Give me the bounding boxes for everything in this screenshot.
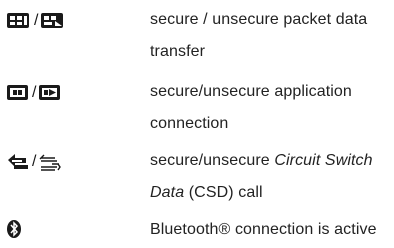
application-connection-icons: / (6, 82, 62, 104)
unsecure-csd-call-icon (38, 152, 62, 172)
csd-call-icons: / (6, 151, 62, 173)
bluetooth-icons (6, 218, 24, 240)
secure-csd-call-icon (6, 152, 30, 172)
description-line: Data (CSD) call (150, 177, 390, 209)
application-connection-description: secure/unsecure application connection (150, 76, 390, 140)
secure-application-connection-icon (6, 83, 30, 103)
bluetooth-description: Bluetooth® connection is active (150, 214, 390, 246)
bluetooth-icon (6, 219, 24, 239)
packet-data-icons: / (6, 10, 66, 32)
packet-data-description: secure / unsecure packet data transfer (150, 4, 390, 68)
description-line: secure/unsecure Circuit Switch (150, 145, 390, 177)
description-line: secure/unsecure application (150, 83, 352, 100)
csd-call-description: secure/unsecure Circuit Switch Data (CSD… (150, 145, 390, 209)
description-term: Data (150, 184, 185, 201)
description-term: Circuit Switch (274, 152, 373, 169)
separator-slash: / (34, 12, 39, 29)
description-text: (CSD) call (184, 184, 263, 201)
separator-slash: / (32, 153, 37, 170)
separator-slash: / (32, 84, 37, 101)
description-text: secure/unsecure (150, 152, 275, 169)
description-line: Bluetooth® connection is active (150, 221, 377, 238)
description-line: connection (150, 115, 229, 132)
unsecure-packet-data-icon (40, 11, 66, 31)
unsecure-application-connection-icon (38, 83, 62, 103)
secure-packet-data-icon (6, 11, 32, 31)
description-line: secure / unsecure packet data (150, 11, 368, 28)
description-line: transfer (150, 43, 206, 60)
